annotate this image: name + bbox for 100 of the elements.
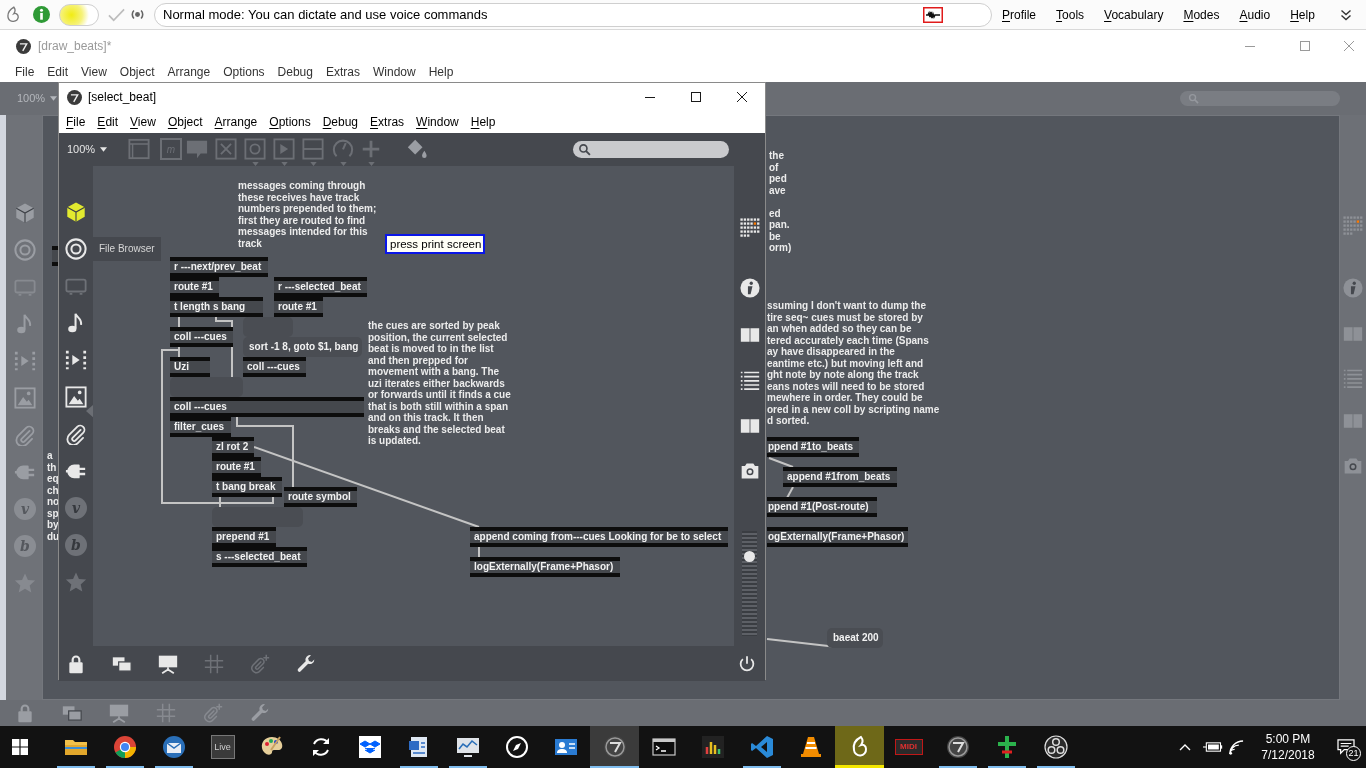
object-box: r ---next/prev_beat: [170, 257, 268, 277]
windows-logo-icon: [12, 739, 28, 755]
tooltip: File Browser: [93, 237, 161, 261]
menu-item[interactable]: View: [81, 63, 107, 81]
book-icon[interactable]: [739, 325, 760, 345]
menu-item[interactable]: Options: [223, 63, 265, 81]
object-box: coll ---cues: [243, 357, 306, 377]
lock-icon[interactable]: [66, 653, 86, 674]
terminal-icon: [651, 735, 676, 759]
object-box: prepend #1: [212, 527, 276, 547]
microphone-toggle[interactable]: [59, 3, 99, 26]
menu-item[interactable]: File: [15, 63, 35, 81]
menu-item[interactable]: Audio: [1239, 5, 1271, 24]
menu-item[interactable]: Edit: [97, 113, 119, 131]
flame-logo-icon[interactable]: [6, 5, 20, 24]
battery-plug-icon[interactable]: [1203, 740, 1223, 754]
chevron-up-icon[interactable]: [1179, 743, 1191, 751]
status-field[interactable]: Normal mode: You can dictate and use voice commands: [154, 2, 992, 27]
menu-item[interactable]: Vocabulary: [1104, 5, 1164, 24]
cube-icon[interactable]: [65, 201, 87, 223]
search-field[interactable]: [573, 141, 729, 158]
volume-slider-thumb[interactable]: [744, 550, 755, 562]
search-field[interactable]: [1180, 91, 1340, 106]
cube-icon[interactable]: [14, 202, 36, 224]
object-box: filter_cues: [170, 417, 231, 437]
menu-item[interactable]: Debug: [322, 113, 359, 131]
note-label: press print screen: [385, 234, 485, 254]
comment-text: messages coming through these receives have track numbers prepended to them; first they are routed to find messages intended for this track: [238, 180, 377, 249]
info-icon[interactable]: [739, 278, 760, 298]
message-box[interactable]: baeat 200: [827, 628, 883, 648]
chart-window-icon: [455, 735, 480, 759]
comment-text: the cues are sorted by peak position, the current selected beat is moved to in the list and then prepped for movement with a bang. The uzi iterates either backwards or forwards until it finds a cue that is both still within a span and on this track. It then breaks and the selected beat is updated.: [368, 320, 511, 447]
object-box: t bang break: [212, 477, 282, 497]
double-chevron-icon[interactable]: [1340, 8, 1352, 21]
info-icon[interactable]: [33, 6, 50, 23]
close-icon: [1344, 41, 1354, 51]
maximize-icon: [1299, 41, 1310, 51]
menu-item[interactable]: Arrange: [167, 63, 211, 81]
menu-item[interactable]: File: [66, 113, 86, 131]
zoom-dropdown[interactable]: 100%: [67, 141, 108, 158]
volume-slider-track[interactable]: [742, 531, 757, 636]
menu-item[interactable]: Options: [269, 113, 311, 131]
menu-item[interactable]: Help: [470, 113, 496, 131]
menu-item[interactable]: Debug: [277, 63, 313, 81]
caret-icon: [50, 96, 58, 101]
book-icon[interactable]: [739, 416, 760, 436]
menu-item[interactable]: Modes: [1183, 5, 1220, 24]
power-icon[interactable]: [738, 654, 756, 673]
browser-icon: [112, 735, 137, 759]
paint-bucket-icon[interactable]: [406, 138, 428, 160]
comment-text: ssuming I don't want to dump the tire seq~ cues must be stored by an when added so they can be tered accurately each time (Spans ay have disappeared in the eantime etc.) but moving left and ght note by note along the track eans notes will need to be stored mewhere in order. They could be ored in a new coll by scripting name d sorted.: [767, 300, 940, 427]
menu-item[interactable]: Arrange: [214, 113, 258, 131]
dot-grid-icon[interactable]: [739, 218, 760, 238]
menu-item[interactable]: Extras: [370, 113, 405, 131]
menu-item[interactable]: Help: [428, 63, 454, 81]
object-box: route #1: [212, 457, 261, 477]
presentation-screen-icon[interactable]: [158, 653, 178, 674]
object-box: route symbol: [284, 487, 357, 507]
patch-cord: [786, 486, 794, 499]
menu-item[interactable]: Object: [119, 63, 155, 81]
notification-count: 21: [1346, 746, 1361, 761]
camera-icon[interactable]: [739, 461, 760, 481]
menu-item[interactable]: View: [130, 113, 156, 131]
menu-item[interactable]: Object: [167, 113, 203, 131]
search-icon: [1188, 93, 1199, 104]
collapse-arrow-icon[interactable]: [86, 404, 93, 418]
box-tile-icon: [357, 735, 382, 759]
clock[interactable]: 5:00 PM 7/12/2018: [1256, 731, 1320, 763]
menu-item[interactable]: Edit: [47, 63, 69, 81]
dotted-play-icon[interactable]: [14, 350, 36, 372]
object-box: s ---selected_beat: [212, 547, 307, 567]
app-tile-icon: MIDI: [894, 739, 923, 755]
object-box: r ---selected_beat: [274, 277, 367, 297]
dot-grid-icon[interactable]: [1343, 216, 1363, 236]
app-logo-icon: [16, 38, 31, 54]
object-box: Uzi: [170, 357, 210, 377]
menu-item[interactable]: Window: [372, 63, 416, 81]
patch-cord: [768, 457, 794, 468]
window-title: [select_beat]: [88, 89, 157, 106]
waveform-icon[interactable]: [923, 6, 943, 23]
menu-item[interactable]: Help: [1290, 5, 1315, 24]
traffic-cone-icon: [798, 735, 823, 759]
windows-icon[interactable]: [62, 703, 82, 723]
message-box[interactable]: sort -1 8, goto $1, bang: [243, 337, 362, 357]
app-logo-icon: [67, 89, 82, 105]
zoom-level: 100%: [67, 142, 96, 158]
app-tile-icon: Live: [210, 735, 235, 759]
clock-date: 7/12/2018: [1261, 747, 1315, 763]
wrench-icon[interactable]: [296, 653, 316, 674]
paperclip-icon[interactable]: [14, 424, 36, 446]
menu-item[interactable]: Window: [416, 113, 459, 131]
wifi-icon[interactable]: [1229, 739, 1244, 755]
taskbar-button[interactable]: Live: [198, 726, 247, 768]
notifications-button[interactable]: 21: [1326, 726, 1366, 768]
menu-item[interactable]: Tools: [1056, 5, 1085, 24]
menu-item[interactable]: Extras: [325, 63, 360, 81]
clock-time: 5:00 PM: [1265, 731, 1311, 747]
object-box: append coming from---cues Looking for be to select: [470, 527, 728, 547]
menu-item[interactable]: Profile: [1002, 5, 1037, 24]
checkmark-icon[interactable]: [107, 6, 126, 23]
